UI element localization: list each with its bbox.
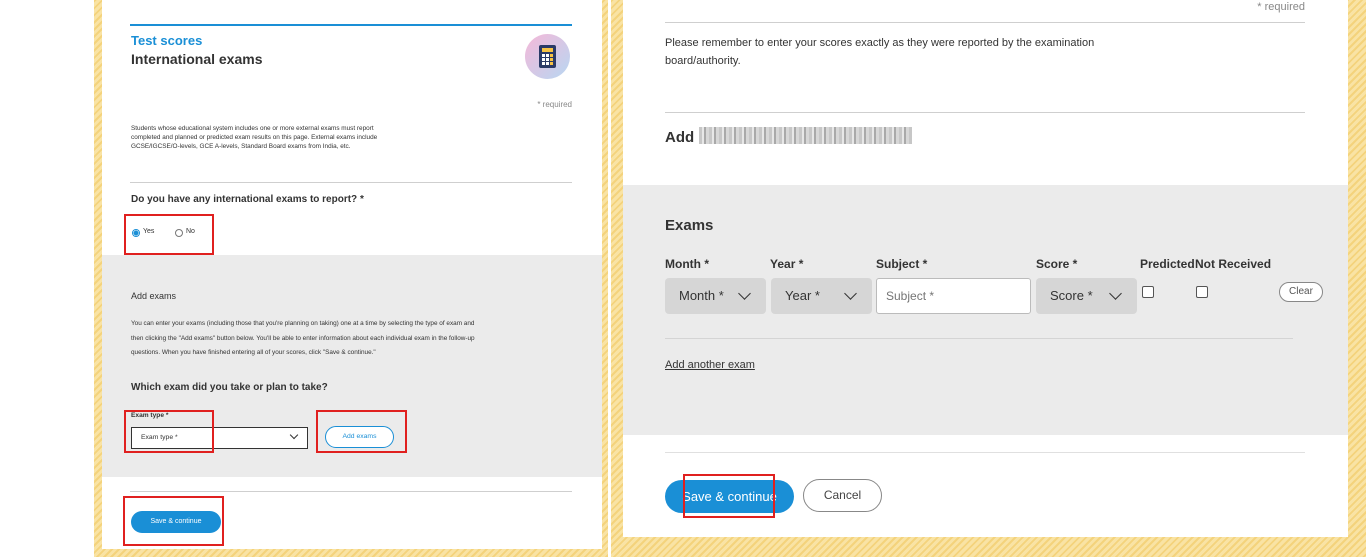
section-kicker: Test scores (131, 33, 203, 48)
cancel-button[interactable]: Cancel (803, 479, 882, 512)
reminder-text-line1: Please remember to enter your scores exa… (665, 37, 1095, 49)
highlight-exam-type (124, 410, 214, 453)
highlight-radio-group (124, 214, 214, 255)
column-header-year: Year * (770, 257, 804, 271)
column-header-predicted: Predicted (1140, 257, 1195, 271)
highlight-save-continue (123, 496, 224, 546)
subject-input[interactable] (876, 278, 1031, 314)
row-divider (665, 338, 1293, 339)
reminder-text-line2: board/authority. (665, 55, 741, 67)
score-select-value: Score * (1050, 288, 1093, 303)
column-header-score: Score * (1036, 257, 1078, 271)
intro-text-line1: Students whose educational system includ… (131, 125, 374, 132)
column-header-subject: Subject * (876, 257, 928, 271)
left-form-panel: Test scores International exams * requir… (102, 0, 602, 549)
required-note: * required (1257, 1, 1305, 13)
add-another-exam-link[interactable]: Add another exam (665, 359, 755, 371)
footer-divider (665, 452, 1305, 453)
highlight-add-exams-button (316, 410, 407, 453)
required-note: * required (537, 100, 572, 109)
divider (665, 112, 1305, 113)
page-title: International exams (131, 51, 263, 67)
year-select[interactable]: Year * (771, 278, 872, 314)
predicted-checkbox[interactable] (1142, 286, 1154, 298)
add-exams-text-line1: You can enter your exams (including thos… (131, 320, 475, 327)
exams-heading: Exams (665, 217, 714, 234)
chevron-down-icon (289, 430, 299, 440)
year-select-value: Year * (785, 288, 820, 303)
section-accent-rule (130, 24, 572, 26)
footer-divider (130, 491, 572, 492)
column-header-not-received: Not Received (1195, 257, 1272, 271)
add-heading: Add (665, 129, 695, 146)
international-exams-question: Do you have any international exams to r… (131, 194, 364, 205)
intro-text-line3: GCSE/IGCSE/O-levels, GCE A-levels, Stand… (131, 143, 351, 150)
chevron-down-icon (738, 287, 751, 300)
score-select[interactable]: Score * (1036, 278, 1137, 314)
highlight-save-continue (683, 474, 775, 518)
divider (130, 182, 572, 183)
top-divider (665, 22, 1305, 23)
redacted-exam-name (699, 127, 912, 144)
month-select-value: Month * (679, 288, 724, 303)
month-select[interactable]: Month * (665, 278, 766, 314)
right-form-panel: * required Please remember to enter your… (623, 0, 1348, 537)
clear-button[interactable]: Clear (1279, 282, 1323, 302)
not-received-checkbox[interactable] (1196, 286, 1208, 298)
exams-section: Exams Month * Year * Subject * Score * P… (623, 185, 1348, 435)
column-header-month: Month * (665, 257, 709, 271)
add-exams-text-line2: then clicking the "Add exams" button bel… (131, 335, 475, 342)
which-exam-question: Which exam did you take or plan to take? (131, 382, 328, 393)
chevron-down-icon (1109, 287, 1122, 300)
chevron-down-icon (844, 287, 857, 300)
intro-text-line2: completed and planned or predicted exam … (131, 134, 378, 141)
add-exams-heading: Add exams (131, 291, 177, 301)
calculator-icon (525, 34, 570, 79)
add-exams-text-line3: questions. When you have finished enteri… (131, 349, 376, 356)
